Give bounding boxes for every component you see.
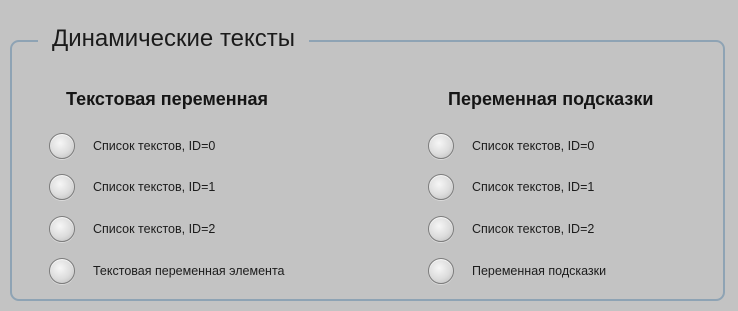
- radio-option-tooltip-variable[interactable]: Переменная подсказки: [428, 256, 606, 286]
- radio-button[interactable]: [49, 216, 75, 242]
- option-label: Список текстов, ID=2: [472, 222, 595, 236]
- radio-option-text-list-2-left[interactable]: Список текстов, ID=2: [49, 214, 215, 244]
- radio-button[interactable]: [49, 133, 75, 159]
- radio-option-text-list-1-left[interactable]: Список текстов, ID=1: [49, 172, 215, 202]
- radio-button[interactable]: [49, 258, 75, 284]
- radio-button[interactable]: [428, 258, 454, 284]
- text-variable-header: Текстовая переменная: [66, 89, 269, 109]
- radio-option-element-text-variable[interactable]: Текстовая переменная элемента: [49, 256, 284, 286]
- radio-button[interactable]: [49, 174, 75, 200]
- option-label: Список текстов, ID=1: [472, 180, 595, 194]
- radio-button[interactable]: [428, 133, 454, 159]
- radio-button[interactable]: [428, 216, 454, 242]
- radio-option-text-list-2-right[interactable]: Список текстов, ID=2: [428, 214, 594, 244]
- group-title: Динамические тексты: [38, 24, 310, 54]
- option-label: Текстовая переменная элемента: [93, 264, 285, 278]
- option-label: Список текстов, ID=0: [472, 139, 595, 153]
- option-label: Список текстов, ID=2: [93, 222, 216, 236]
- radio-button[interactable]: [428, 174, 454, 200]
- option-label: Список текстов, ID=0: [93, 139, 216, 153]
- tooltip-variable-header: Переменная подсказки: [448, 89, 654, 109]
- option-label: Переменная подсказки: [472, 264, 607, 278]
- radio-option-text-list-0-right[interactable]: Список текстов, ID=0: [428, 131, 594, 161]
- radio-option-text-list-0-left[interactable]: Список текстов, ID=0: [49, 131, 215, 161]
- option-label: Список текстов, ID=1: [93, 180, 216, 194]
- radio-option-text-list-1-right[interactable]: Список текстов, ID=1: [428, 172, 594, 202]
